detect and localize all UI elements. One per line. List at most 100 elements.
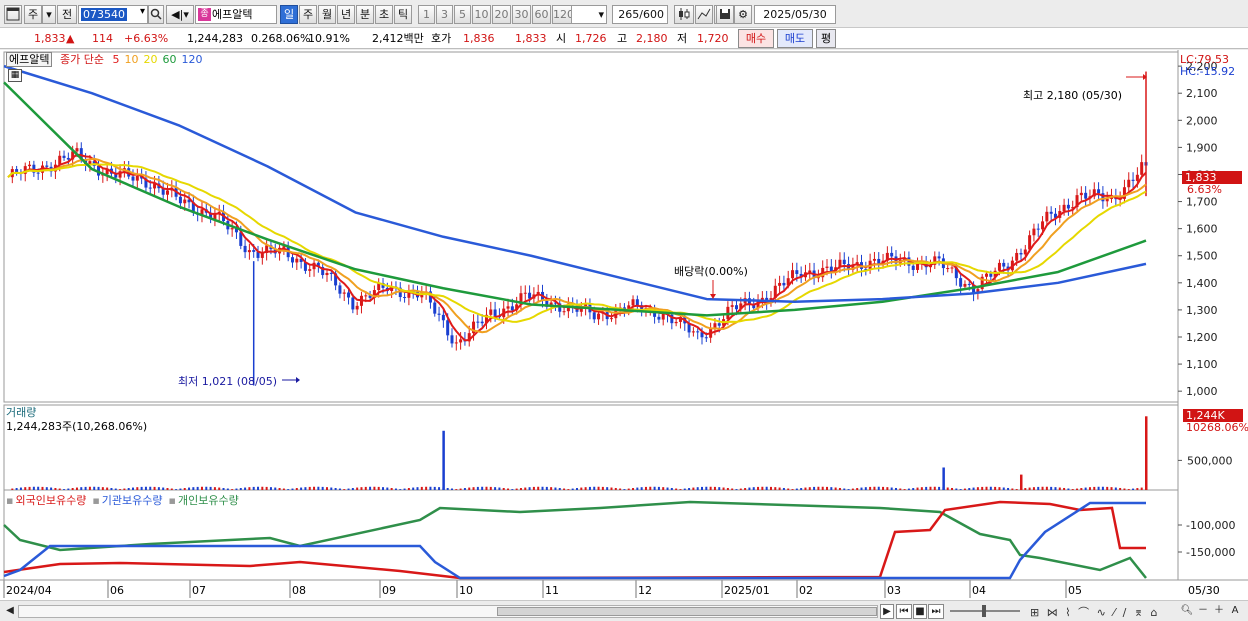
volume-bar: [313, 486, 316, 490]
volume-bar: [257, 486, 260, 490]
volume-bar: [170, 488, 173, 490]
period-tab-2[interactable]: 월: [318, 5, 336, 24]
candle-body: [364, 295, 368, 297]
code-dropdown-icon[interactable]: ▾: [140, 6, 145, 17]
quote-bar: 1,833 ▲ 114 +6.63% 1,244,283 0.268.06% 1…: [0, 28, 1248, 49]
candle-body: [635, 299, 639, 306]
stop-button[interactable]: ■: [913, 604, 927, 619]
candle-body: [489, 309, 493, 315]
period-tab-4[interactable]: 분: [356, 5, 374, 24]
candle-body: [1105, 198, 1109, 202]
volume-bar: [830, 487, 833, 490]
interval-tab-5[interactable]: 5: [454, 5, 471, 24]
volume-bar: [1028, 487, 1031, 490]
sound-icon[interactable]: ◀|▾: [166, 5, 194, 24]
scroll-track[interactable]: [18, 605, 878, 618]
draw-tool-icon[interactable]: [695, 5, 713, 24]
volume-bar: [1011, 488, 1014, 490]
candle-body: [842, 259, 846, 265]
candle-body: [338, 285, 342, 294]
sell-button[interactable]: 매도: [777, 29, 813, 48]
volume-bar: [696, 487, 699, 490]
interval-tab-30[interactable]: 30: [512, 5, 531, 24]
zoom-out-button[interactable]: －: [1196, 604, 1210, 619]
x-axis-label: 2024/04: [6, 584, 52, 597]
calculator-icon[interactable]: ▦: [8, 69, 22, 82]
interval-tab-60[interactable]: 60: [532, 5, 551, 24]
volume-bar: [899, 488, 902, 490]
candle-body: [523, 292, 527, 294]
candle-body: [657, 316, 661, 320]
period-tab-5[interactable]: 초: [375, 5, 393, 24]
drawing-tools[interactable]: ⊞ ⋈ ⌇ ⌒ ∿ ⁄ ∕ ⌆ ⌂: [1030, 604, 1180, 619]
x-axis-label: 04: [972, 584, 986, 597]
interval-tab-3[interactable]: 3: [436, 5, 453, 24]
zoom-slider[interactable]: [950, 605, 1020, 617]
scroll-left-icon[interactable]: ◀: [4, 604, 16, 619]
candle-body: [75, 148, 79, 152]
volume-bar: [32, 486, 35, 490]
zoom-search-icon[interactable]: 🔍︎: [1180, 604, 1194, 619]
volume-bar: [636, 487, 639, 490]
window-menu-icon[interactable]: [4, 5, 22, 24]
last-button[interactable]: ⏭: [928, 604, 944, 619]
interval-tab-1[interactable]: 1: [418, 5, 435, 24]
candle-body: [510, 306, 514, 311]
price-pct-tag: 6.63%: [1187, 183, 1222, 196]
chart-window: 주 ▾ 전 073540 ▾ ◀|▾ 종 에프알텍 일주월년분초틱 1 3 5 10 2…: [0, 0, 1248, 621]
market-button[interactable]: 주: [24, 5, 42, 24]
candle-body: [713, 323, 717, 328]
volume-bar: [149, 486, 152, 490]
stock-code-input[interactable]: 073540 ▾: [78, 5, 148, 24]
open-label: 시: [556, 32, 567, 45]
zoom-in-button[interactable]: ＋: [1212, 604, 1226, 619]
candle-body: [351, 297, 355, 310]
period-tab-3[interactable]: 년: [337, 5, 355, 24]
auto-scale-button[interactable]: A: [1228, 604, 1242, 619]
candle-body: [183, 199, 187, 204]
volume-bar: [981, 486, 984, 490]
volume-bar: [269, 487, 272, 490]
zoom-slider-thumb[interactable]: [982, 605, 986, 617]
volume-bar: [627, 488, 630, 490]
interval-dropdown[interactable]: ▾: [571, 5, 607, 24]
candle-body: [872, 258, 876, 261]
chart-canvas[interactable]: 1,000 1,100 1,200 1,300 1,400 1,500 1,600 1,700…: [0, 50, 1248, 600]
low-label: 저: [677, 32, 688, 45]
volume-bar: [153, 486, 156, 490]
prev-button[interactable]: 전: [57, 5, 77, 24]
chart-area[interactable]: 1,000 1,100 1,200 1,300 1,400 1,500 1,600 1,700…: [0, 50, 1248, 600]
scroll-thumb[interactable]: [497, 607, 877, 616]
eval-button[interactable]: 평: [816, 29, 836, 48]
volume-bar: [1101, 486, 1104, 490]
search-icon[interactable]: [148, 5, 164, 24]
holdings-legend-item: 기관보유수량: [101, 494, 163, 507]
stock-name-box[interactable]: 종 에프알텍: [195, 5, 277, 24]
volume-bar: [468, 487, 471, 490]
gear-icon[interactable]: ⚙: [734, 5, 752, 24]
save-icon[interactable]: [716, 5, 734, 24]
period-tab-0[interactable]: 일: [280, 5, 298, 24]
volume-bar: [838, 487, 841, 490]
x-axis-label: 05: [1068, 584, 1082, 597]
volume-bar: [907, 488, 910, 490]
count-display[interactable]: 265/600: [612, 5, 668, 24]
buy-button[interactable]: 매수: [738, 29, 774, 48]
high-price: 2,180: [636, 32, 668, 45]
first-button[interactable]: ⏮: [896, 604, 912, 619]
volume-bar: [188, 487, 191, 490]
period-tab-1[interactable]: 주: [299, 5, 317, 24]
period-tab-6[interactable]: 틱: [394, 5, 412, 24]
volume-value: 1,244,283주(10,268.06%): [6, 420, 148, 433]
candle-body: [825, 266, 829, 268]
bottom-scroll-bar: ◀ ▶ ⏮ ■ ⏭ ⊞ ⋈ ⌇ ⌒ ∿ ⁄ ∕ ⌆ ⌂ 🔍︎ － ＋ A: [0, 600, 1248, 621]
candle-type-icon[interactable]: [674, 5, 694, 24]
market-dropdown-icon[interactable]: ▾: [42, 5, 56, 24]
date-input[interactable]: 2025/05/30: [754, 5, 836, 24]
legend-stock-name: 에프알텍: [6, 52, 53, 67]
play-button[interactable]: ▶: [880, 604, 894, 619]
volume-bar: [213, 487, 216, 490]
interval-tab-10[interactable]: 10: [472, 5, 491, 24]
volume-bar: [140, 486, 143, 490]
interval-tab-20[interactable]: 20: [492, 5, 511, 24]
